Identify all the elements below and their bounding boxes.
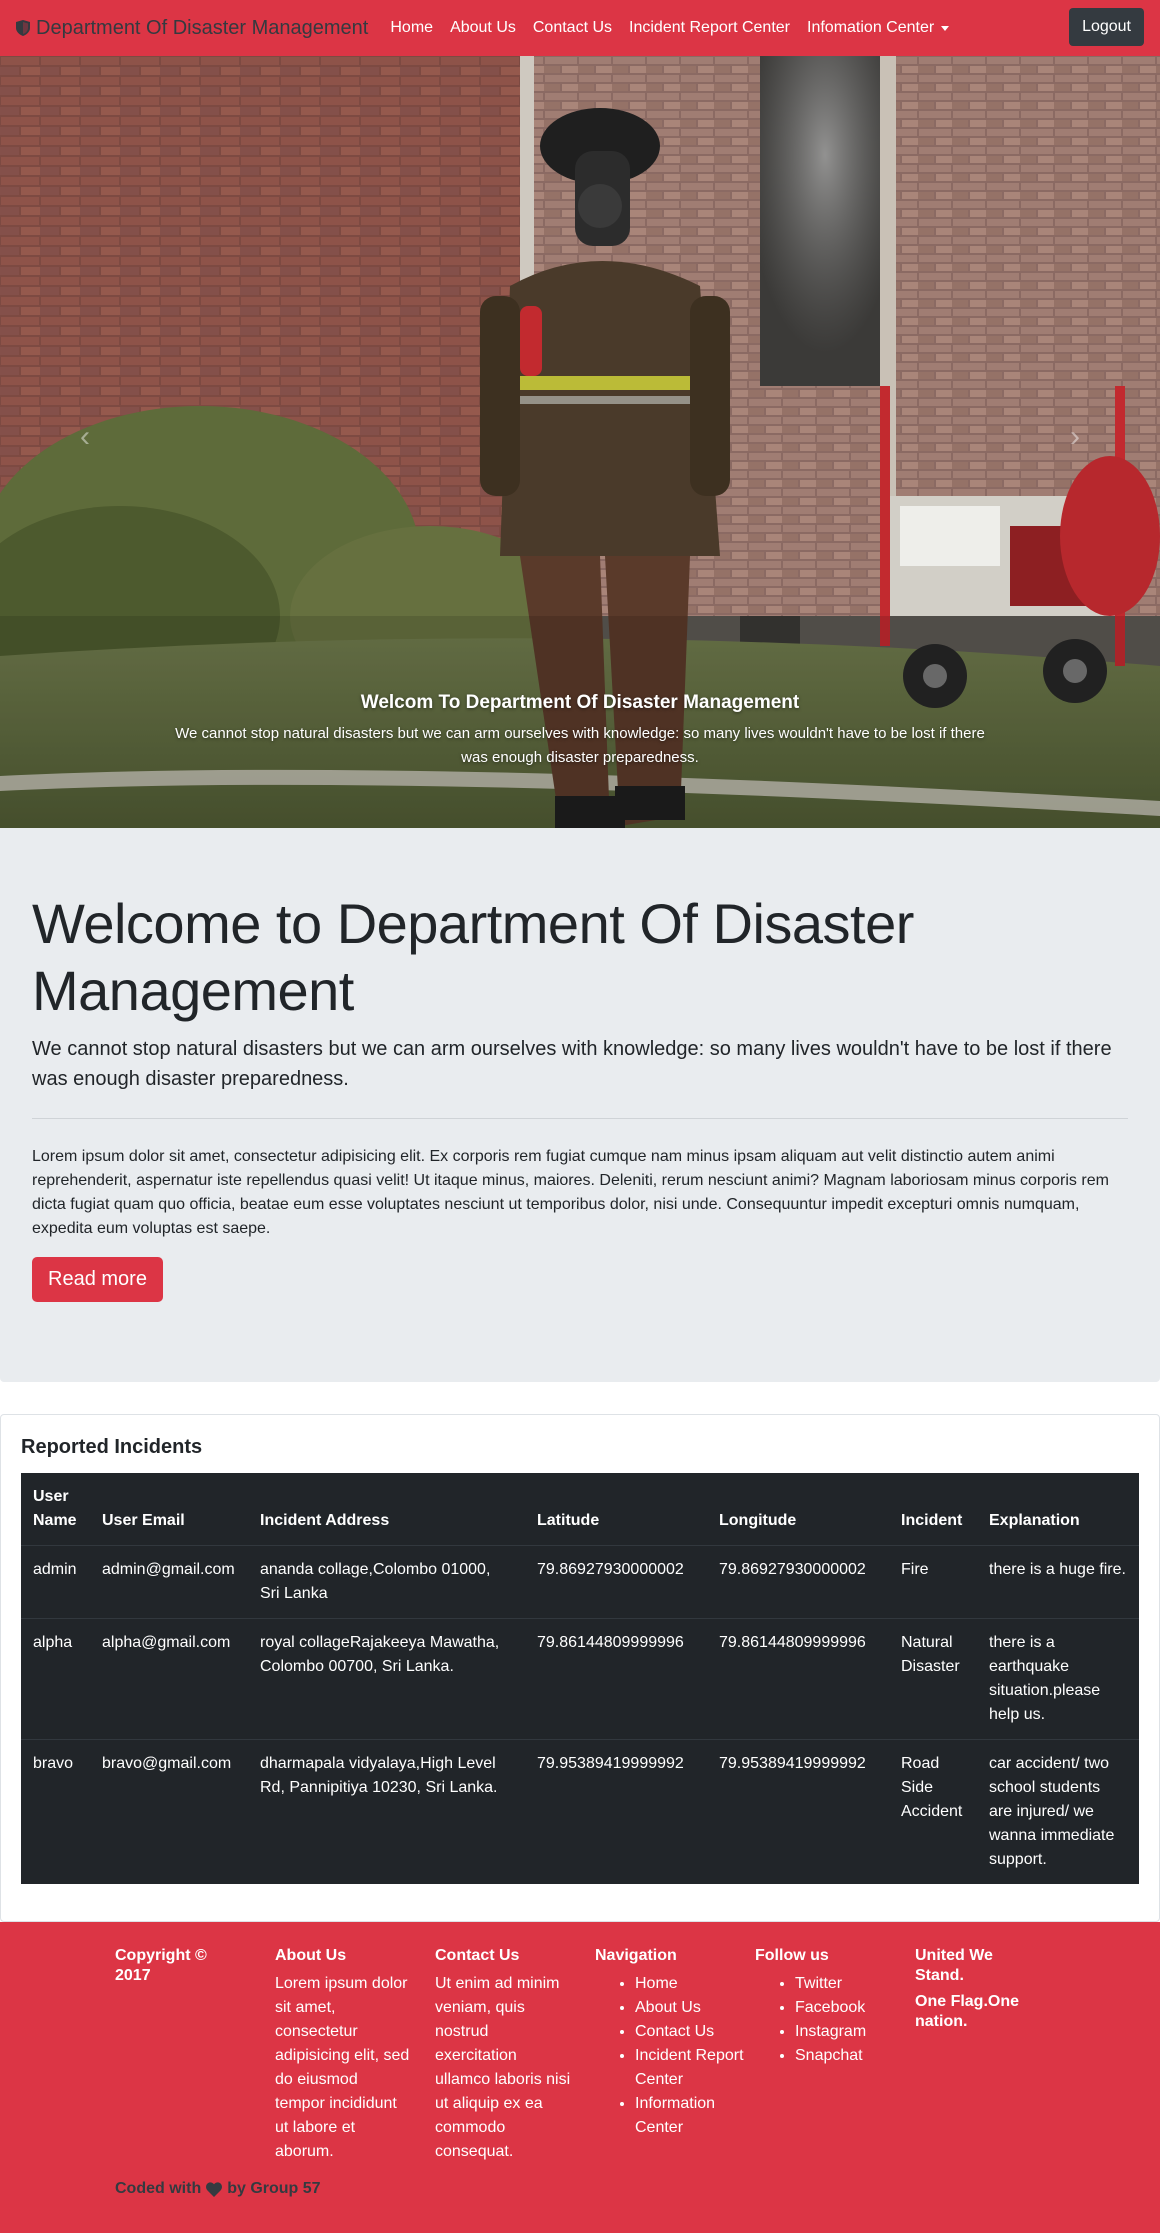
nav-link-contact[interactable]: Contact Us bbox=[533, 19, 612, 37]
caret-down-icon bbox=[941, 26, 950, 31]
lead-text: We cannot stop natural disasters but we … bbox=[32, 1038, 1112, 1090]
footer-about: About Us Lorem ipsum dolor sit amet, con… bbox=[275, 1946, 435, 2164]
cell-incident: Road Side Accident bbox=[889, 1739, 977, 1884]
cell-latitude: 79.95389419999992 bbox=[525, 1739, 707, 1884]
coded-suffix: by Group 57 bbox=[227, 2180, 321, 2197]
cell-user-email: admin@gmail.com bbox=[90, 1545, 248, 1619]
table-row: alpha alpha@gmail.com royal collageRajak… bbox=[21, 1618, 1139, 1740]
cell-explanation: car accident/ two school students are in… bbox=[977, 1739, 1139, 1884]
footer-navigation-title: Navigation bbox=[595, 1947, 677, 1964]
footer-about-title: About Us bbox=[275, 1947, 347, 1964]
incidents-card: Reported Incidents User Name User Email … bbox=[0, 1414, 1160, 1922]
header-explanation: Explanation bbox=[977, 1473, 1139, 1546]
cell-explanation: there is a earthquake situation.please h… bbox=[977, 1618, 1139, 1740]
logout-button[interactable]: Logout bbox=[1069, 8, 1144, 46]
cell-user-name: bravo bbox=[21, 1739, 90, 1884]
cell-longitude: 79.86144809999996 bbox=[707, 1618, 889, 1740]
footer-nav-about[interactable]: About Us bbox=[635, 1996, 755, 2020]
cell-user-name: admin bbox=[21, 1545, 90, 1619]
cell-longitude: 79.95389419999992 bbox=[707, 1739, 889, 1884]
footer-navigation: Navigation Home About Us Contact Us Inci… bbox=[595, 1946, 755, 2164]
carousel-prev-icon[interactable]: ‹ bbox=[80, 420, 90, 454]
cell-incident-address: royal collageRajakeeya Mawatha, Colombo … bbox=[248, 1618, 525, 1740]
header-incident: Incident bbox=[889, 1473, 977, 1546]
footer-navigation-list: Home About Us Contact Us Incident Report… bbox=[595, 1972, 755, 2140]
footer-unity-text: One Flag.One nation. bbox=[915, 1993, 1020, 2030]
footer-unity-title: United We Stand. bbox=[915, 1947, 993, 1984]
body-text: Lorem ipsum dolor sit amet, consectetur … bbox=[32, 1148, 1109, 1237]
carousel-next-icon[interactable]: › bbox=[1070, 420, 1080, 454]
header-incident-address: Incident Address bbox=[248, 1473, 525, 1546]
nav-links: Home About Us Contact Us Incident Report… bbox=[390, 19, 966, 37]
footer-about-text: Lorem ipsum dolor sit amet, consectetur … bbox=[275, 1975, 410, 2160]
footer-contact: Contact Us Ut enim ad minim veniam, quis… bbox=[435, 1946, 595, 2164]
brand[interactable]: Department Of Disaster Management bbox=[16, 17, 368, 40]
caption-title: Welcom To Department Of Disaster Managem… bbox=[360, 692, 800, 713]
nav-link-about[interactable]: About Us bbox=[450, 19, 516, 37]
hero-carousel: ‹ › Welcom To Department Of Disaster Man… bbox=[0, 56, 1160, 828]
cell-incident-address: dharmapala vidyalaya,High Level Rd, Pann… bbox=[248, 1739, 525, 1884]
footer-follow: Follow us Twitter Facebook Instagram Sna… bbox=[755, 1946, 915, 2164]
footer: Copyright © 2017 About Us Lorem ipsum do… bbox=[0, 1922, 1160, 2233]
footer-contact-title: Contact Us bbox=[435, 1947, 520, 1964]
header-latitude: Latitude bbox=[525, 1473, 707, 1546]
header-longitude: Longitude bbox=[707, 1473, 889, 1546]
incidents-title: Reported Incidents bbox=[21, 1436, 203, 1458]
read-more-button[interactable]: Read more bbox=[32, 1257, 163, 1302]
footer-columns: Copyright © 2017 About Us Lorem ipsum do… bbox=[115, 1946, 1075, 2164]
footer-nav-contact[interactable]: Contact Us bbox=[635, 2020, 755, 2044]
page-title: Welcome to Department Of Disaster Manage… bbox=[32, 892, 914, 1022]
nav-dropdown-information[interactable]: Infomation Center bbox=[807, 19, 950, 37]
coded-by: Coded with by Group 57 bbox=[115, 2180, 321, 2198]
cell-user-email: bravo@gmail.com bbox=[90, 1739, 248, 1884]
caption-text: We cannot stop natural disasters but we … bbox=[175, 725, 985, 766]
table-header-row: User Name User Email Incident Address La… bbox=[21, 1473, 1139, 1546]
cell-longitude: 79.86927930000002 bbox=[707, 1545, 889, 1619]
footer-nav-incident-report[interactable]: Incident Report Center bbox=[635, 2044, 755, 2092]
carousel-caption: Welcom To Department Of Disaster Managem… bbox=[0, 692, 1160, 770]
table-row: bravo bravo@gmail.com dharmapala vidyala… bbox=[21, 1739, 1139, 1884]
brand-label: Department Of Disaster Management bbox=[36, 16, 369, 39]
footer-copyright: Copyright © 2017 bbox=[115, 1946, 275, 2164]
divider bbox=[32, 1118, 1128, 1119]
cell-incident: Natural Disaster bbox=[889, 1618, 977, 1740]
heart-icon bbox=[206, 2181, 223, 2197]
cell-user-email: alpha@gmail.com bbox=[90, 1618, 248, 1740]
cell-incident: Fire bbox=[889, 1545, 977, 1619]
cell-latitude: 79.86144809999996 bbox=[525, 1618, 707, 1740]
cell-explanation: there is a huge fire. bbox=[977, 1545, 1139, 1619]
footer-nav-home[interactable]: Home bbox=[635, 1972, 755, 1996]
footer-follow-title: Follow us bbox=[755, 1947, 829, 1964]
footer-follow-list: Twitter Facebook Instagram Snapchat bbox=[755, 1972, 915, 2068]
cell-incident-address: ananda collage,Colombo 01000, Sri Lanka bbox=[248, 1545, 525, 1619]
cell-latitude: 79.86927930000002 bbox=[525, 1545, 707, 1619]
table-row: admin admin@gmail.com ananda collage,Col… bbox=[21, 1545, 1139, 1619]
nav-dropdown-label: Infomation Center bbox=[807, 19, 935, 36]
coded-prefix: Coded with bbox=[115, 2180, 202, 2197]
footer-contact-text: Ut enim ad minim veniam, quis nostrud ex… bbox=[435, 1975, 571, 2160]
incidents-table: User Name User Email Incident Address La… bbox=[21, 1473, 1139, 1884]
shield-icon bbox=[16, 20, 30, 36]
header-user-email: User Email bbox=[90, 1473, 248, 1546]
nav-link-incident-report[interactable]: Incident Report Center bbox=[629, 19, 790, 37]
footer-follow-instagram[interactable]: Instagram bbox=[795, 2020, 915, 2044]
footer-follow-snapchat[interactable]: Snapchat bbox=[795, 2044, 915, 2068]
nav-link-home[interactable]: Home bbox=[390, 19, 433, 37]
cell-user-name: alpha bbox=[21, 1618, 90, 1740]
footer-follow-twitter[interactable]: Twitter bbox=[795, 1972, 915, 1996]
footer-unity: United We Stand. One Flag.One nation. bbox=[915, 1946, 1075, 2164]
footer-follow-facebook[interactable]: Facebook bbox=[795, 1996, 915, 2020]
footer-nav-information[interactable]: Information Center bbox=[635, 2092, 755, 2140]
header-user-name: User Name bbox=[21, 1473, 90, 1546]
navbar: Department Of Disaster Management Home A… bbox=[0, 0, 1160, 56]
jumbotron: Welcome to Department Of Disaster Manage… bbox=[0, 828, 1160, 1382]
copyright-text: Copyright © 2017 bbox=[115, 1947, 207, 1984]
